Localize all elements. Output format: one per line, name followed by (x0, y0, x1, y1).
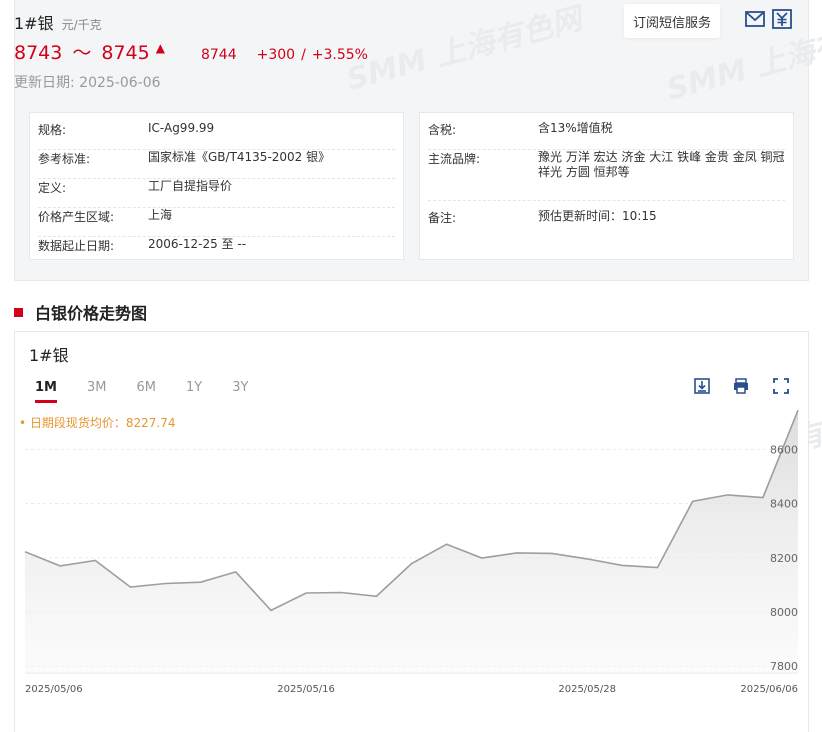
data-point[interactable] (445, 542, 449, 546)
data-point[interactable] (515, 551, 519, 555)
data-point[interactable] (550, 551, 554, 555)
data-point[interactable] (726, 493, 730, 497)
data-point[interactable] (164, 582, 168, 586)
data-point[interactable] (23, 550, 27, 554)
data-point[interactable] (796, 408, 800, 412)
data-point[interactable] (761, 496, 765, 500)
data-point[interactable] (480, 556, 484, 560)
y-tick-label: 8000 (770, 606, 798, 619)
y-tick-label: 8400 (770, 498, 798, 511)
x-tick-label: 2025/05/16 (277, 684, 335, 695)
data-point[interactable] (410, 562, 414, 566)
data-point[interactable] (93, 558, 97, 562)
data-point[interactable] (620, 563, 624, 567)
y-tick-label: 8600 (770, 443, 798, 456)
data-point[interactable] (199, 580, 203, 584)
data-point[interactable] (58, 564, 62, 568)
data-point[interactable] (339, 590, 343, 594)
x-tick-label: 2025/06/06 (740, 684, 798, 695)
data-point[interactable] (655, 566, 659, 570)
data-point[interactable] (374, 594, 378, 598)
data-point[interactable] (304, 591, 308, 595)
data-point[interactable] (691, 499, 695, 503)
price-trend-chart: 7800 8000 8200 8400 8600 2025/05/06 2025/05/1… (23, 408, 800, 695)
y-tick-label: 8200 (770, 552, 798, 565)
data-point[interactable] (234, 570, 238, 574)
x-tick-label: 2025/05/28 (558, 684, 616, 695)
data-point[interactable] (269, 608, 273, 612)
data-point[interactable] (585, 557, 589, 561)
data-point[interactable] (128, 585, 132, 589)
y-tick-label: 7800 (770, 660, 798, 673)
x-tick-label: 2025/05/06 (25, 684, 83, 695)
